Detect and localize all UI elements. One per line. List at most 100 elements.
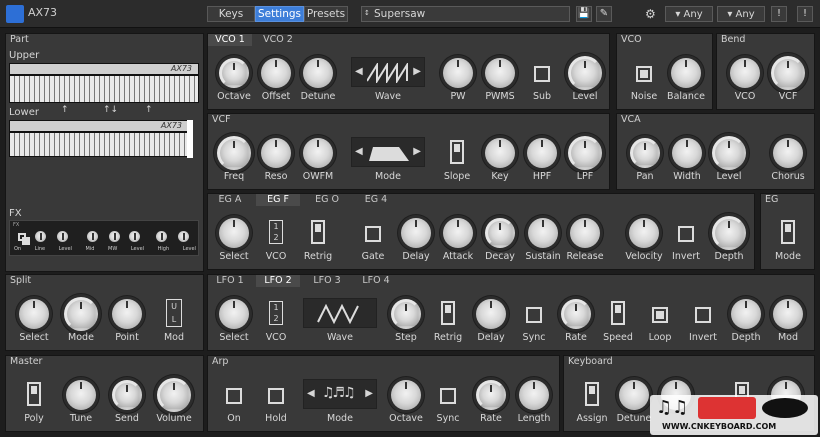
send-knob[interactable] xyxy=(112,380,142,410)
poly-switch[interactable] xyxy=(27,382,41,406)
lfo-wave-selector[interactable] xyxy=(303,298,377,328)
fx-mw-knob[interactable] xyxy=(109,231,120,242)
tab-vco1[interactable]: VCO 1 xyxy=(208,34,252,46)
lfo-retrig-switch[interactable] xyxy=(441,301,455,325)
arp-sync-toggle[interactable] xyxy=(440,388,456,404)
arp-rate-knob[interactable] xyxy=(476,380,506,410)
save-icon[interactable]: 💾 xyxy=(576,6,592,22)
tab-eg-f[interactable]: EG F xyxy=(256,194,300,206)
tab-keys[interactable]: Keys xyxy=(207,6,255,22)
eg-mode-switch[interactable] xyxy=(781,220,795,244)
detune-knob[interactable] xyxy=(303,58,333,88)
wave-next-icon[interactable]: ▶ xyxy=(413,66,421,77)
lfo-delay-knob[interactable] xyxy=(476,299,506,329)
arp-length-knob[interactable] xyxy=(519,380,549,410)
bend-vco-knob[interactable] xyxy=(730,58,760,88)
wave-selector[interactable]: ◀ ▶ xyxy=(351,57,425,87)
fx-high-knob[interactable] xyxy=(156,231,167,242)
arp-mode-selector[interactable]: ◀ ♫♬♫ ▶ xyxy=(303,379,377,409)
volume-knob[interactable] xyxy=(157,378,191,412)
mode-next-icon[interactable]: ▶ xyxy=(413,146,421,157)
kb-detune-knob[interactable] xyxy=(619,380,649,410)
mode-prev-icon[interactable]: ◀ xyxy=(355,146,363,157)
tab-lfo4[interactable]: LFO 4 xyxy=(354,275,398,287)
gate-toggle[interactable] xyxy=(365,226,381,242)
slope-switch[interactable] xyxy=(450,140,464,164)
sub-toggle[interactable] xyxy=(534,66,550,82)
tune-knob[interactable] xyxy=(66,380,96,410)
bend-vcf-knob[interactable] xyxy=(771,56,805,90)
fx-level3-knob[interactable] xyxy=(178,231,189,242)
tab-lfo2[interactable]: LFO 2 xyxy=(256,275,300,287)
eg-select-knob[interactable] xyxy=(219,218,249,248)
pan-knob[interactable] xyxy=(630,138,660,168)
upper-keyboard[interactable] xyxy=(9,75,199,103)
tab-settings[interactable]: Settings xyxy=(255,6,304,22)
tab-lfo1[interactable]: LFO 1 xyxy=(208,275,252,287)
offset-knob[interactable] xyxy=(261,58,291,88)
tab-presets[interactable]: Presets xyxy=(304,6,348,22)
channel-dropdown-1[interactable]: ▾ Any xyxy=(665,6,713,22)
eg-retrig-switch[interactable] xyxy=(311,220,325,244)
fx-level-knob[interactable] xyxy=(57,231,68,242)
hpf-knob[interactable] xyxy=(527,138,557,168)
arp-prev-icon[interactable]: ◀ xyxy=(307,388,315,399)
lfo-mod-knob[interactable] xyxy=(773,299,803,329)
lfo-select-knob[interactable] xyxy=(219,299,249,329)
eg-delay-knob[interactable] xyxy=(401,218,431,248)
tab-eg-o[interactable]: EG O xyxy=(305,194,349,206)
release-knob[interactable] xyxy=(570,218,600,248)
velocity-knob[interactable] xyxy=(629,218,659,248)
panic-button[interactable]: ! xyxy=(771,6,787,22)
key-knob[interactable] xyxy=(485,138,515,168)
settings-gear-icon[interactable]: ⚙ xyxy=(645,7,659,21)
eg-depth-knob[interactable] xyxy=(712,216,746,250)
attack-knob[interactable] xyxy=(443,218,473,248)
sustain-knob[interactable] xyxy=(528,218,558,248)
noise-toggle[interactable] xyxy=(636,66,652,82)
owfm-knob[interactable] xyxy=(303,138,333,168)
speed-switch[interactable] xyxy=(611,301,625,325)
fx-line-knob[interactable] xyxy=(35,231,46,242)
lfo-sync-toggle[interactable] xyxy=(526,307,542,323)
decay-knob[interactable] xyxy=(485,218,515,248)
fx-on-toggle[interactable] xyxy=(18,233,30,245)
wave-prev-icon[interactable]: ◀ xyxy=(355,66,363,77)
eg-vco-selector[interactable]: 12 xyxy=(269,220,283,244)
chorus-knob[interactable] xyxy=(773,138,803,168)
arrow-up-icon[interactable]: ↑ xyxy=(61,105,69,115)
tab-eg-4[interactable]: EG 4 xyxy=(354,194,398,206)
reso-knob[interactable] xyxy=(261,138,291,168)
lower-keyboard-scroll[interactable] xyxy=(187,120,193,158)
octave-knob[interactable] xyxy=(219,58,249,88)
assign-switch[interactable] xyxy=(585,382,599,406)
lfo-invert-toggle[interactable] xyxy=(695,307,711,323)
arp-octave-knob[interactable] xyxy=(391,380,421,410)
channel-dropdown-2[interactable]: ▾ Any xyxy=(717,6,765,22)
preset-selector[interactable]: Supersaw xyxy=(361,6,570,22)
arp-on-toggle[interactable] xyxy=(226,388,242,404)
split-select-knob[interactable] xyxy=(19,299,49,329)
lfo-rate-knob[interactable] xyxy=(561,299,591,329)
split-point-knob[interactable] xyxy=(112,299,142,329)
fx-mid-knob[interactable] xyxy=(87,231,98,242)
eg-invert-toggle[interactable] xyxy=(678,226,694,242)
pwms-knob[interactable] xyxy=(485,58,515,88)
balance-knob[interactable] xyxy=(671,58,701,88)
hold-toggle[interactable] xyxy=(268,388,284,404)
lpf-knob[interactable] xyxy=(568,136,602,170)
lfo-vco-selector[interactable]: 12 xyxy=(269,301,283,325)
lower-keyboard[interactable] xyxy=(9,132,189,157)
swap-arrows-icon[interactable]: ↑↓ xyxy=(103,105,118,115)
arrow-down-icon[interactable]: ↑ xyxy=(145,105,153,115)
edit-icon[interactable]: ✎ xyxy=(596,6,612,22)
loop-toggle[interactable] xyxy=(652,307,668,323)
lfo-depth-knob[interactable] xyxy=(731,299,761,329)
step-knob[interactable] xyxy=(391,299,421,329)
freq-knob[interactable] xyxy=(217,136,251,170)
filter-mode-selector[interactable]: ◀ ▶ xyxy=(351,137,425,167)
pw-knob[interactable] xyxy=(443,58,473,88)
alert-button[interactable]: ! xyxy=(797,6,813,22)
vca-level-knob[interactable] xyxy=(712,136,746,170)
split-mode-knob[interactable] xyxy=(64,297,98,331)
